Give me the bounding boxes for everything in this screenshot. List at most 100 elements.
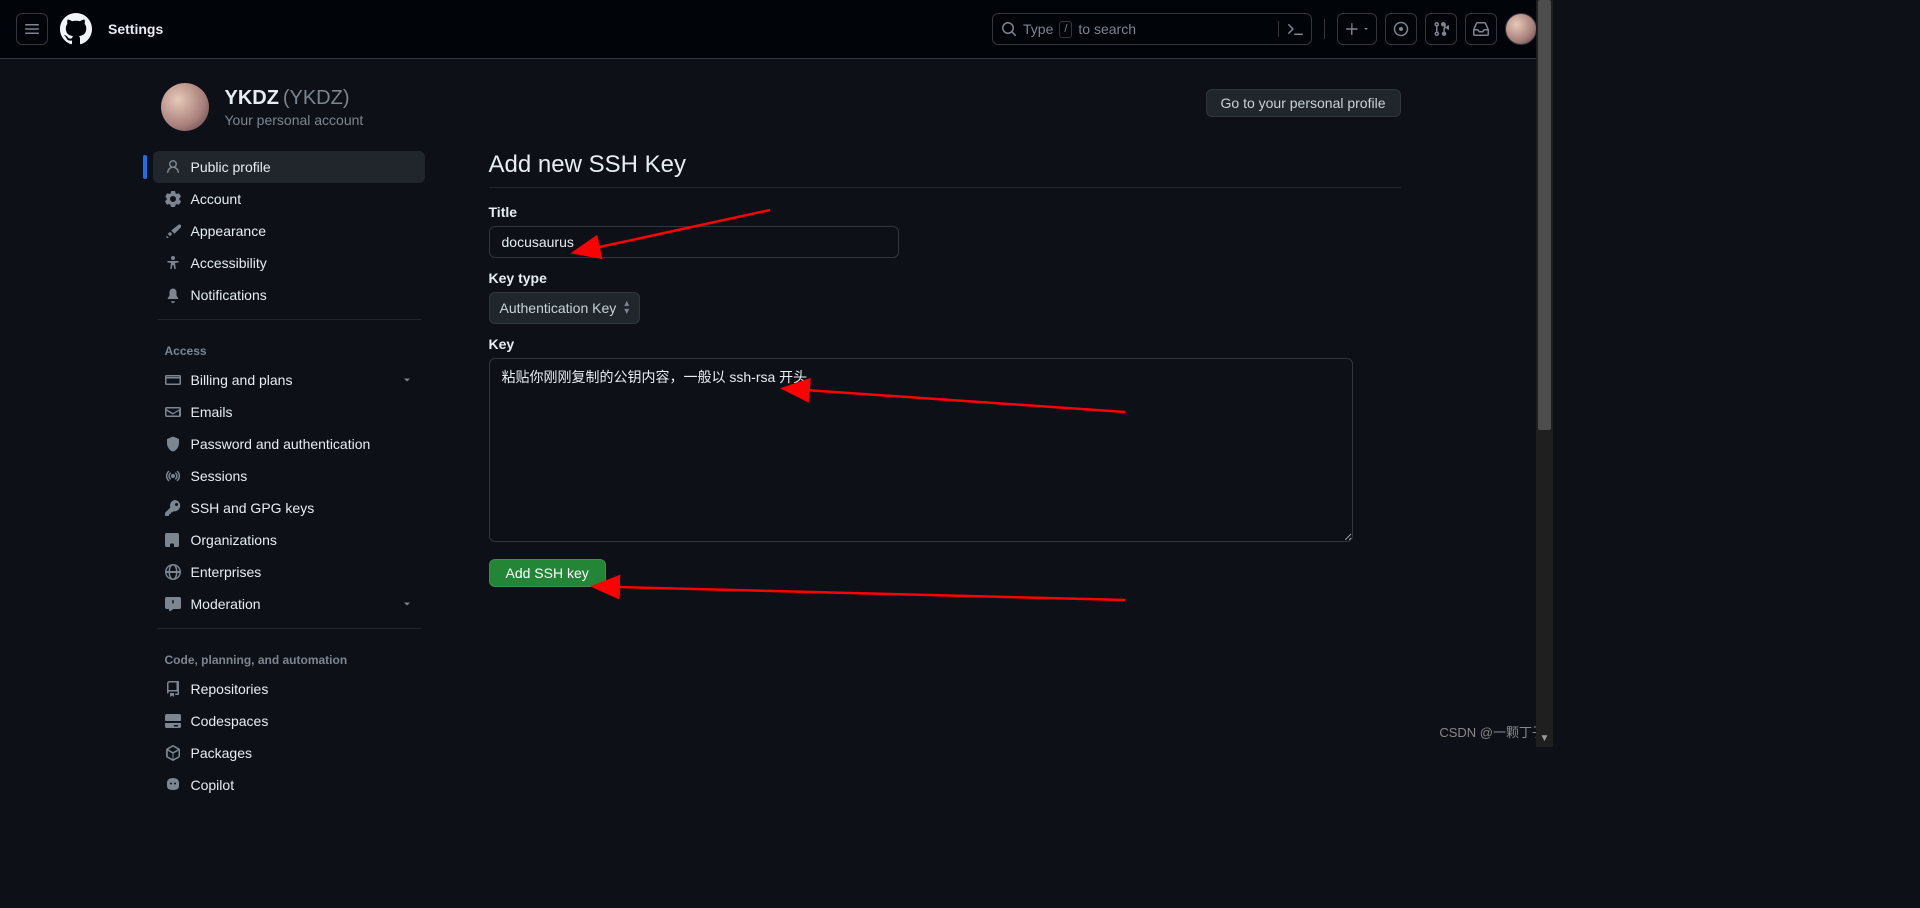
app-header: Settings Type / to search bbox=[0, 0, 1553, 59]
credit-card-icon bbox=[165, 372, 181, 388]
command-palette-icon bbox=[1287, 21, 1303, 37]
sidebar-item-label: Packages bbox=[191, 745, 252, 761]
sidebar-item-label: Repositories bbox=[191, 681, 269, 697]
nav-divider bbox=[157, 628, 421, 629]
page-heading: Add new SSH Key bbox=[489, 151, 1401, 188]
sidebar-item-label: SSH and GPG keys bbox=[191, 500, 315, 516]
profile-subtitle: Your personal account bbox=[225, 112, 364, 128]
sidebar-item-billing-and-plans[interactable]: Billing and plans bbox=[153, 364, 425, 396]
sidebar-item-accessibility[interactable]: Accessibility bbox=[153, 247, 425, 279]
sidebar-item-label: Organizations bbox=[191, 532, 277, 548]
sidebar-item-codespaces[interactable]: Codespaces bbox=[153, 705, 425, 737]
keytype-label: Key type bbox=[489, 270, 1401, 286]
chevron-down-icon bbox=[401, 598, 413, 610]
watermark: CSDN @一颗丁子 bbox=[1439, 722, 1545, 741]
hamburger-menu-button[interactable] bbox=[16, 13, 48, 45]
search-input[interactable]: Type / to search bbox=[992, 13, 1312, 45]
sidebar-item-label: Emails bbox=[191, 404, 233, 420]
sidebar-item-notifications[interactable]: Notifications bbox=[153, 279, 425, 311]
accessibility-icon bbox=[165, 255, 181, 271]
pull-requests-button[interactable] bbox=[1425, 13, 1457, 45]
sidebar-item-password-and-authentication[interactable]: Password and authentication bbox=[153, 428, 425, 460]
sidebar-item-public-profile[interactable]: Public profile bbox=[153, 151, 425, 183]
sidebar-item-label: Accessibility bbox=[191, 255, 267, 271]
sidebar-item-label: Copilot bbox=[191, 777, 235, 793]
paintbrush-icon bbox=[165, 223, 181, 239]
sidebar-item-label: Codespaces bbox=[191, 713, 269, 729]
broadcast-icon bbox=[165, 468, 181, 484]
go-to-profile-button[interactable]: Go to your personal profile bbox=[1206, 89, 1401, 117]
key-label: Key bbox=[489, 336, 1401, 352]
issues-button[interactable] bbox=[1385, 13, 1417, 45]
profile-alias: (YKDZ) bbox=[283, 87, 350, 109]
globe-icon bbox=[165, 564, 181, 580]
sidebar-item-label: Billing and plans bbox=[191, 372, 293, 388]
add-ssh-key-button[interactable]: Add SSH key bbox=[489, 559, 606, 587]
sidebar-item-repositories[interactable]: Repositories bbox=[153, 673, 425, 705]
user-avatar-button[interactable] bbox=[1505, 13, 1537, 45]
sidebar-item-appearance[interactable]: Appearance bbox=[153, 215, 425, 247]
sidebar-item-label: Sessions bbox=[191, 468, 248, 484]
search-placeholder-suffix: to search bbox=[1078, 21, 1136, 37]
scrollbar-thumb[interactable] bbox=[1538, 0, 1551, 430]
search-shortcut-key: / bbox=[1059, 21, 1072, 38]
hamburger-icon bbox=[24, 21, 40, 37]
sidebar-item-label: Account bbox=[191, 191, 242, 207]
sidebar-item-sessions[interactable]: Sessions bbox=[153, 460, 425, 492]
notifications-button[interactable] bbox=[1465, 13, 1497, 45]
sidebar-item-label: Public profile bbox=[191, 159, 271, 175]
inbox-icon bbox=[1473, 21, 1489, 37]
profile-name: YKDZ bbox=[225, 87, 279, 109]
main-content: Go to your personal profile Add new SSH … bbox=[457, 83, 1417, 801]
sidebar-item-label: Notifications bbox=[191, 287, 267, 303]
scrollbar-down-button[interactable]: ▼ bbox=[1536, 730, 1553, 747]
codespaces-icon bbox=[165, 713, 181, 729]
mail-icon bbox=[165, 404, 181, 420]
sidebar-item-copilot[interactable]: Copilot bbox=[153, 769, 425, 801]
create-new-button[interactable] bbox=[1337, 13, 1377, 45]
sidebar-item-account[interactable]: Account bbox=[153, 183, 425, 215]
bell-icon bbox=[165, 287, 181, 303]
organization-icon bbox=[165, 532, 181, 548]
sidebar-item-label: Moderation bbox=[191, 596, 261, 612]
gear-icon bbox=[165, 191, 181, 207]
person-icon bbox=[165, 159, 181, 175]
select-updown-icon: ▴▾ bbox=[624, 300, 629, 316]
sidebar-item-organizations[interactable]: Organizations bbox=[153, 524, 425, 556]
sidebar: YKDZ (YKDZ) Your personal account Public… bbox=[137, 83, 433, 801]
report-icon bbox=[165, 596, 181, 612]
sidebar-item-emails[interactable]: Emails bbox=[153, 396, 425, 428]
scrollbar[interactable]: ▼ bbox=[1536, 0, 1553, 747]
copilot-icon bbox=[165, 777, 181, 793]
plus-icon bbox=[1344, 21, 1360, 37]
nav-section-code: Code, planning, and automation bbox=[153, 637, 425, 673]
package-icon bbox=[165, 745, 181, 761]
issue-opened-icon bbox=[1393, 21, 1409, 37]
sidebar-item-label: Enterprises bbox=[191, 564, 262, 580]
repo-icon bbox=[165, 681, 181, 697]
keytype-select[interactable]: Authentication Key ▴▾ bbox=[489, 292, 641, 324]
title-input[interactable] bbox=[489, 226, 899, 258]
header-title[interactable]: Settings bbox=[108, 21, 163, 37]
sidebar-item-label: Password and authentication bbox=[191, 436, 371, 452]
key-textarea[interactable] bbox=[489, 358, 1353, 542]
divider bbox=[1324, 19, 1325, 39]
command-palette-button[interactable] bbox=[1278, 21, 1303, 37]
chevron-down-icon bbox=[401, 374, 413, 386]
title-label: Title bbox=[489, 204, 1401, 220]
sidebar-item-ssh-and-gpg-keys[interactable]: SSH and GPG keys bbox=[153, 492, 425, 524]
github-logo-link[interactable] bbox=[60, 13, 92, 45]
keytype-value: Authentication Key bbox=[500, 300, 617, 316]
sidebar-item-label: Appearance bbox=[191, 223, 267, 239]
git-pull-request-icon bbox=[1433, 21, 1449, 37]
caret-down-icon bbox=[1362, 25, 1370, 33]
shield-lock-icon bbox=[165, 436, 181, 452]
sidebar-item-moderation[interactable]: Moderation bbox=[153, 588, 425, 620]
sidebar-item-enterprises[interactable]: Enterprises bbox=[153, 556, 425, 588]
sidebar-item-packages[interactable]: Packages bbox=[153, 737, 425, 769]
profile-avatar[interactable] bbox=[161, 83, 209, 131]
github-logo-icon bbox=[60, 13, 92, 45]
key-icon bbox=[165, 500, 181, 516]
nav-divider bbox=[157, 319, 421, 320]
search-icon bbox=[1001, 21, 1017, 37]
